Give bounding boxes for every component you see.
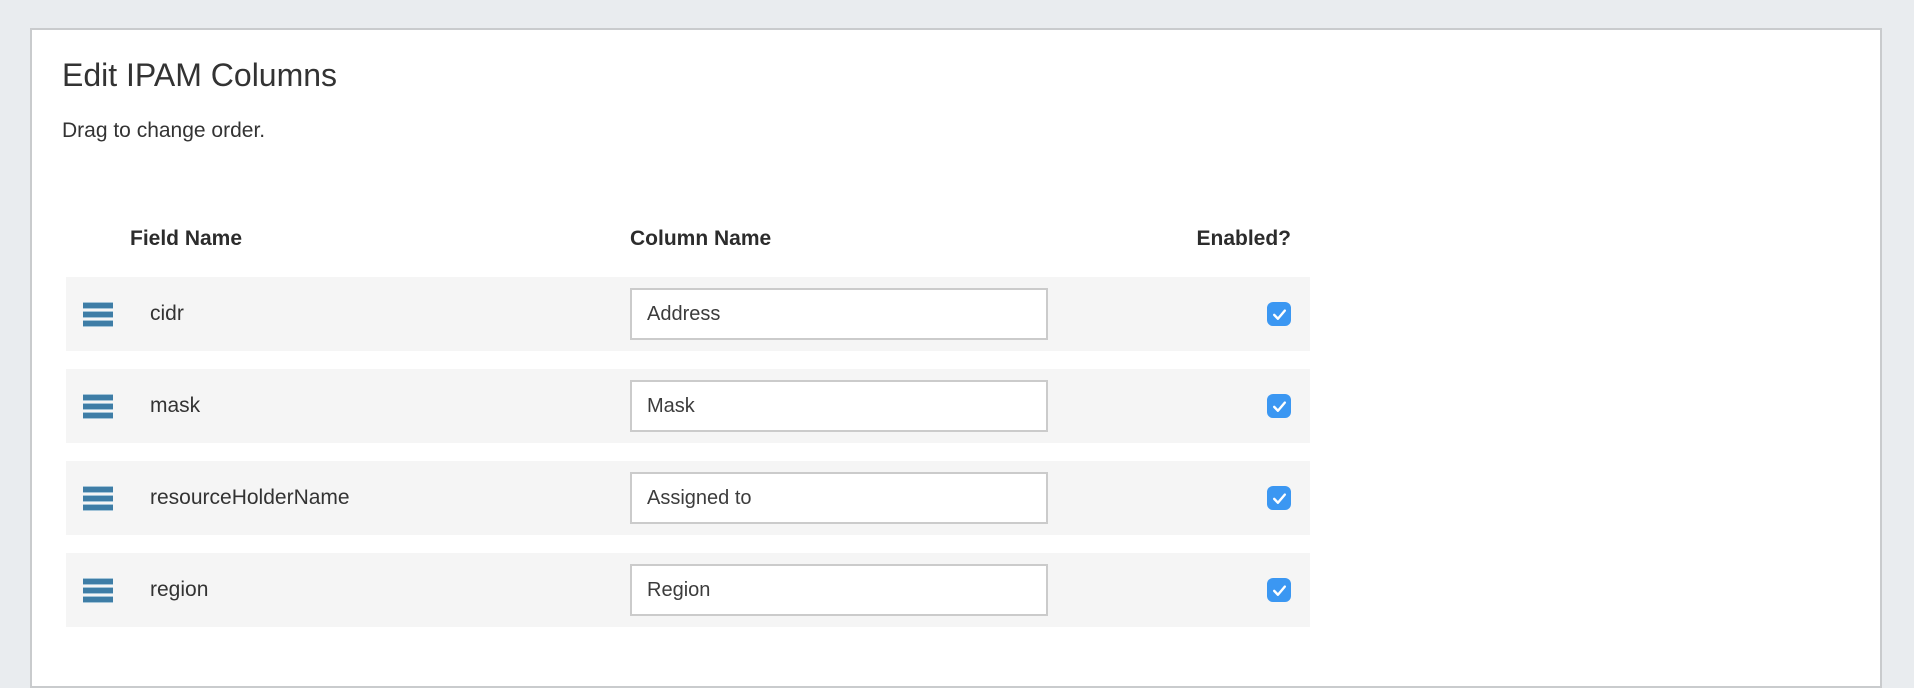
drag-handle-icon[interactable] — [83, 302, 113, 327]
table-header-row: Field Name Column Name Enabled? — [66, 220, 1310, 258]
page-subtitle: Drag to change order. — [62, 117, 1850, 144]
checkmark-icon — [1271, 582, 1288, 599]
enabled-cell — [1267, 578, 1310, 602]
drag-handle-bar — [83, 403, 113, 410]
drag-handle-bar — [83, 495, 113, 502]
field-name-label: region — [130, 578, 613, 602]
column-name-input[interactable] — [630, 472, 1048, 524]
enabled-cell — [1267, 302, 1310, 326]
column-rows: cidr mask — [66, 277, 1310, 627]
header-column-name: Column Name — [613, 227, 1150, 251]
header-field-name: Field Name — [130, 227, 613, 251]
field-name-label: resourceHolderName — [130, 486, 613, 510]
columns-table: Field Name Column Name Enabled? cidr — [66, 220, 1310, 627]
drag-handle-bar — [83, 578, 113, 585]
drag-handle-icon[interactable] — [83, 578, 113, 603]
checkmark-icon — [1271, 398, 1288, 415]
column-name-input[interactable] — [630, 564, 1048, 616]
column-name-cell — [613, 288, 1150, 340]
enabled-cell — [1267, 394, 1310, 418]
enabled-checkbox[interactable] — [1267, 302, 1291, 326]
column-row: region — [66, 553, 1310, 627]
drag-handle-bar — [83, 311, 113, 318]
column-row: cidr — [66, 277, 1310, 351]
column-name-input[interactable] — [630, 288, 1048, 340]
column-row: mask — [66, 369, 1310, 443]
edit-ipam-columns-card: Edit IPAM Columns Drag to change order. … — [30, 28, 1882, 688]
enabled-cell — [1267, 486, 1310, 510]
drag-handle-bar — [83, 302, 113, 309]
field-name-label: cidr — [130, 302, 613, 326]
drag-handle-bar — [83, 412, 113, 419]
column-row: resourceHolderName — [66, 461, 1310, 535]
column-name-input[interactable] — [630, 380, 1048, 432]
drag-handle-bar — [83, 587, 113, 594]
field-name-label: mask — [130, 394, 613, 418]
drag-handle-icon[interactable] — [83, 394, 113, 419]
column-name-cell — [613, 564, 1150, 616]
drag-handle-bar — [83, 320, 113, 327]
checkmark-icon — [1271, 490, 1288, 507]
column-name-cell — [613, 380, 1150, 432]
column-name-cell — [613, 472, 1150, 524]
drag-handle-bar — [83, 596, 113, 603]
enabled-checkbox[interactable] — [1267, 578, 1291, 602]
checkmark-icon — [1271, 306, 1288, 323]
enabled-checkbox[interactable] — [1267, 394, 1291, 418]
header-enabled: Enabled? — [1150, 227, 1310, 251]
drag-handle-bar — [83, 486, 113, 493]
drag-handle-bar — [83, 504, 113, 511]
enabled-checkbox[interactable] — [1267, 486, 1291, 510]
drag-handle-bar — [83, 394, 113, 401]
page-title: Edit IPAM Columns — [62, 58, 1850, 93]
drag-handle-icon[interactable] — [83, 486, 113, 511]
